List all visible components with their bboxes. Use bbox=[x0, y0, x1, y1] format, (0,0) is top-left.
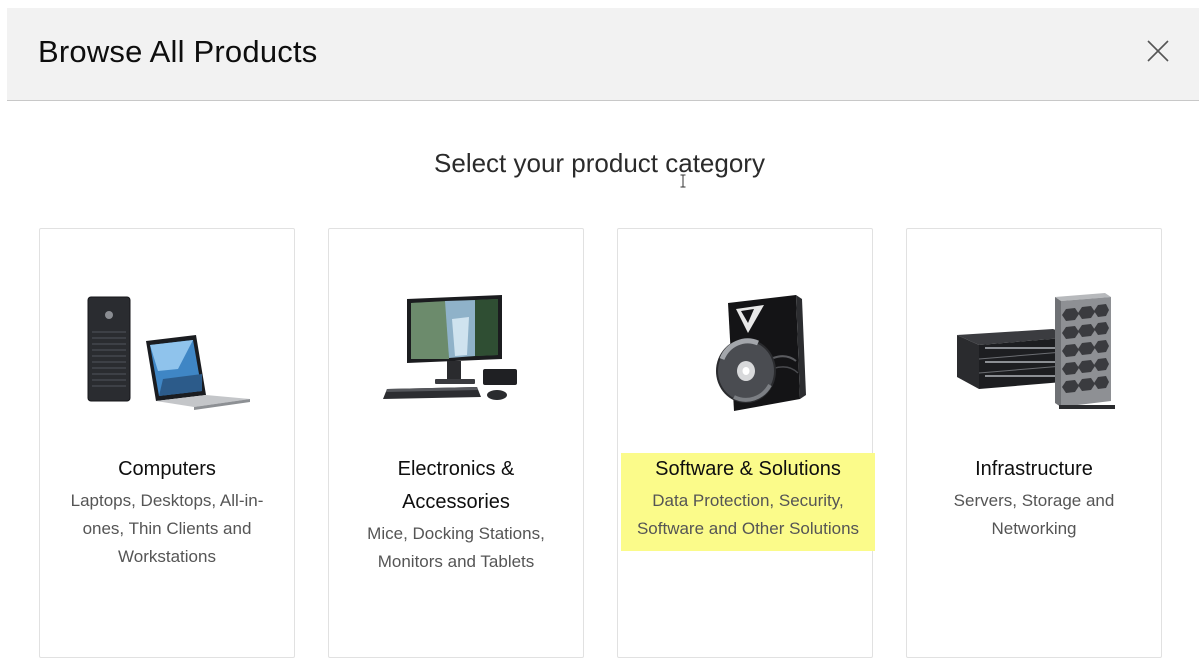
category-title: Infrastructure bbox=[975, 458, 1093, 480]
top-strip bbox=[0, 0, 1199, 8]
category-title: Computers bbox=[118, 458, 216, 480]
category-card-text-highlighted: Software & Solutions Data Protection, Se… bbox=[621, 453, 875, 551]
category-card-electronics-accessories[interactable]: Electronics & Accessories Mice, Docking … bbox=[328, 228, 584, 658]
category-card-text: Computers Laptops, Desktops, All-in-ones… bbox=[40, 453, 294, 571]
text-cursor-icon bbox=[680, 174, 686, 188]
all-in-one-monitor-image bbox=[383, 295, 517, 400]
category-card-software-solutions[interactable]: Software & Solutions Data Protection, Se… bbox=[617, 228, 875, 658]
software-box-disc-image bbox=[716, 295, 806, 411]
page-subtitle: Select your product category bbox=[434, 148, 765, 178]
category-description: Servers, Storage and Networking bbox=[953, 491, 1115, 538]
category-title: Electronics & Accessories bbox=[397, 458, 515, 513]
close-button[interactable] bbox=[1145, 38, 1171, 64]
desktop-laptop-image bbox=[87, 296, 250, 410]
category-card-text: Infrastructure Servers, Storage and Netw… bbox=[907, 453, 1161, 543]
server-rack-tower-image bbox=[957, 293, 1115, 409]
close-icon bbox=[1147, 40, 1169, 62]
category-card-text: Electronics & Accessories Mice, Docking … bbox=[329, 453, 583, 576]
category-card-computers[interactable]: Computers Laptops, Desktops, All-in-ones… bbox=[39, 228, 295, 658]
modal-header: Browse All Products bbox=[7, 8, 1199, 101]
category-card-infrastructure[interactable]: Infrastructure Servers, Storage and Netw… bbox=[906, 228, 1162, 658]
category-description: Mice, Docking Stations, Monitors and Tab… bbox=[367, 524, 545, 571]
category-description: Data Protection, Security, Software and … bbox=[636, 491, 860, 538]
category-title: Software & Solutions bbox=[655, 458, 841, 480]
category-description: Laptops, Desktops, All-in-ones, Thin Cli… bbox=[70, 491, 264, 566]
modal-title: Browse All Products bbox=[38, 34, 318, 69]
